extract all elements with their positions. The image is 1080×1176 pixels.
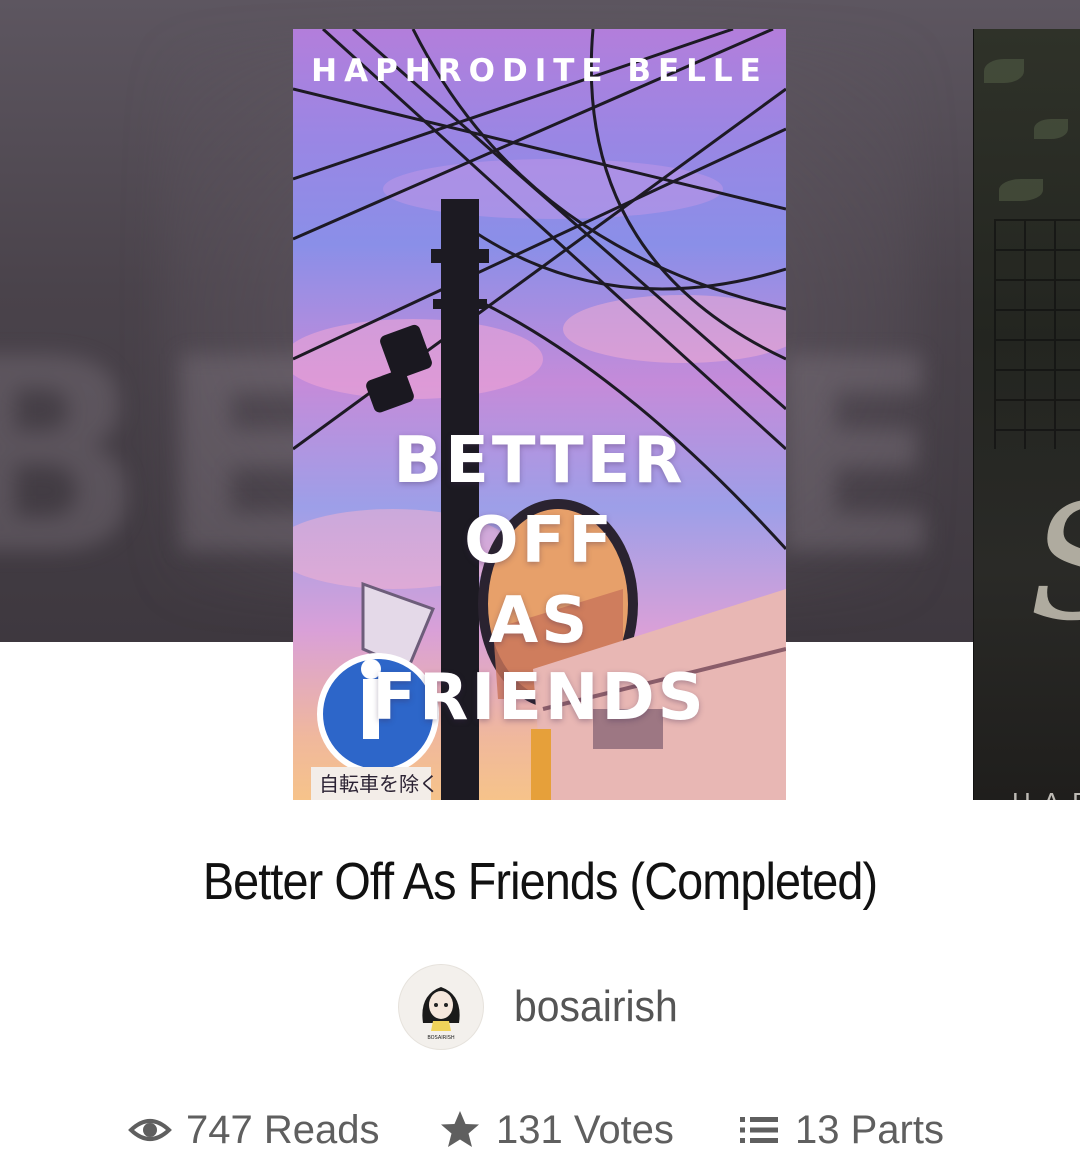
background-ghost-text-right: E (760, 300, 955, 615)
parts-stat[interactable]: 13 Parts (737, 1100, 944, 1160)
eye-icon (128, 1119, 172, 1141)
votes-count: 131 Votes (496, 1107, 674, 1152)
author-username[interactable]: bosairish (514, 982, 678, 1032)
story-cover[interactable]: 自転車を除く HAPHRODITE BELLE BETTER OFF AS FR… (293, 29, 786, 800)
star-icon (441, 1111, 479, 1147)
next-cover-author-text: HAP (1012, 787, 1080, 800)
wire-grid-decoration (994, 219, 1080, 449)
author-link[interactable]: BOSAIRISH bosairish (398, 964, 690, 1050)
foliage-decoration (1034, 119, 1068, 139)
script-title-fragment: S (1029, 469, 1080, 656)
cover-title-line-3: AS (488, 584, 591, 658)
story-title: Better Off As Friends (Completed) (202, 853, 878, 911)
parts-count: 13 Parts (795, 1107, 944, 1152)
cover-title-line-1: BETTER (393, 424, 686, 498)
cover-title-line-4: FRIENDS (372, 661, 707, 735)
reads-count: 747 Reads (186, 1107, 380, 1152)
next-story-cover[interactable]: S HAP (973, 29, 1080, 800)
author-avatar[interactable]: BOSAIRISH (398, 964, 484, 1050)
cover-title-line-2: OFF (464, 504, 615, 578)
list-icon (740, 1117, 778, 1143)
avatar-illustration: BOSAIRISH (422, 987, 460, 1041)
story-stats: 747 Reads 131 Votes 13 Parts (0, 1100, 1080, 1160)
cover-author-name: HAPHRODITE BELLE (311, 53, 768, 89)
reads-stat: 747 Reads (128, 1100, 379, 1160)
votes-stat: 131 Votes (438, 1100, 674, 1160)
foliage-decoration (999, 179, 1043, 201)
street-sign-text: 自転車を除く (319, 772, 439, 796)
avatar-caption: BOSAIRISH (427, 1035, 455, 1041)
foliage-decoration (984, 59, 1024, 83)
